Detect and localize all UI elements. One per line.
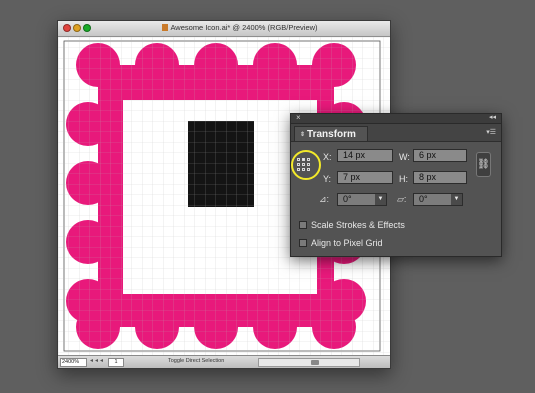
link-proportions-icon[interactable]: ⛓ [476, 152, 491, 177]
tab-expand-icon: ⇕ [300, 132, 306, 138]
chevron-down-icon[interactable]: ▼ [451, 194, 462, 205]
ref-point-tl[interactable] [297, 158, 300, 161]
document-titlebar: Awesome Icon.ai* @ 2400% (RGB/Preview) [58, 21, 390, 37]
ref-point-tr[interactable] [307, 158, 310, 161]
zoom-level-field[interactable]: 2400% [60, 358, 87, 367]
status-bar: 2400% ◂◂◂ 1 Toggle Direct Selection [58, 355, 390, 368]
y-field[interactable]: 7 px [337, 171, 393, 184]
scale-strokes-checkbox[interactable] [299, 221, 307, 229]
artboard-number-field[interactable]: 1 [108, 358, 124, 367]
ref-point-bl[interactable] [297, 168, 300, 171]
panel-tab-row: ⇕ Transform ▾☰ [291, 124, 501, 142]
scale-strokes-label: Scale Strokes & Effects [311, 220, 405, 230]
tab-transform-label: Transform [307, 129, 356, 140]
document-title: Awesome Icon.ai* @ 2400% (RGB/Preview) [98, 23, 382, 32]
panel-menu-icon[interactable]: ▾☰ [486, 128, 496, 136]
transform-panel: × ◂◂ ⇕ Transform ▾☰ X: 14 px W: 6 px Y: 7… [290, 113, 502, 257]
document-file-icon [162, 24, 169, 31]
rotate-select[interactable]: 0° ▼ [337, 193, 387, 206]
ref-point-mc[interactable] [302, 163, 305, 166]
document-title-text: Awesome Icon.ai* @ 2400% (RGB/Preview) [170, 23, 318, 32]
ref-point-br[interactable] [307, 168, 310, 171]
minimize-window-button[interactable] [73, 24, 81, 32]
shear-icon: ▱: [397, 194, 407, 204]
width-field[interactable]: 6 px [413, 149, 467, 162]
align-pixel-checkbox[interactable] [299, 239, 307, 247]
ref-point-mr[interactable] [307, 163, 310, 166]
close-window-button[interactable] [63, 24, 71, 32]
height-field[interactable]: 8 px [413, 171, 467, 184]
h-label: H: [399, 174, 408, 184]
shear-value: 0° [419, 194, 428, 204]
status-text[interactable]: Toggle Direct Selection [168, 358, 224, 364]
panel-top-bar: × ◂◂ [291, 113, 501, 124]
ref-point-ml[interactable] [297, 163, 300, 166]
rotate-icon: ⊿: [319, 194, 330, 204]
zoom-window-button[interactable] [83, 24, 91, 32]
chevron-down-icon[interactable]: ▼ [375, 194, 386, 205]
tab-transform[interactable]: ⇕ Transform [294, 126, 368, 141]
align-pixel-row[interactable]: Align to Pixel Grid [299, 238, 383, 248]
x-field[interactable]: 14 px [337, 149, 393, 162]
shear-select[interactable]: 0° ▼ [413, 193, 463, 206]
close-icon[interactable]: × [296, 113, 301, 122]
artboard-nav-arrows[interactable]: ◂◂◂ [90, 357, 105, 364]
rotate-value: 0° [343, 194, 352, 204]
ref-point-bc[interactable] [302, 168, 305, 171]
w-label: W: [399, 152, 410, 162]
y-label: Y: [323, 174, 332, 184]
ref-point-tc[interactable] [302, 158, 305, 161]
align-pixel-label: Align to Pixel Grid [311, 238, 383, 248]
collapse-icon[interactable]: ◂◂ [489, 113, 496, 121]
reference-point-icon[interactable] [297, 158, 311, 172]
horizontal-scrollbar[interactable] [258, 358, 360, 367]
x-label: X: [323, 152, 332, 162]
scale-strokes-row[interactable]: Scale Strokes & Effects [299, 220, 405, 230]
scrollbar-thumb[interactable] [311, 360, 319, 365]
